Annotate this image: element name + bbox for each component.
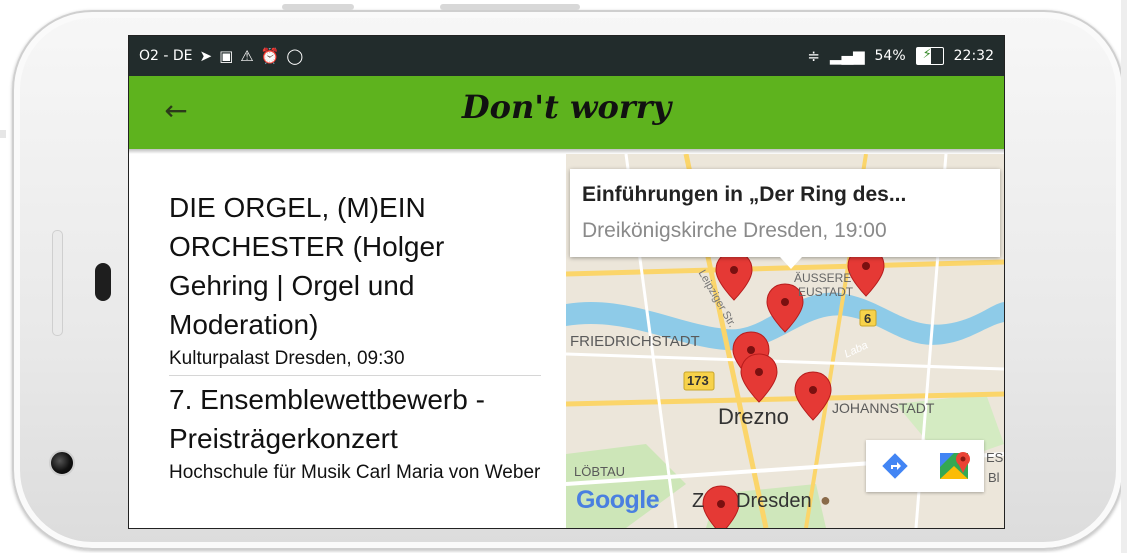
map-label-east-1: ES	[986, 450, 1004, 465]
phone-side-mark	[0, 130, 6, 138]
event-venue-time: Kulturpalast Dresden, 09:30	[169, 348, 405, 369]
map-label-city: Drezno	[718, 404, 789, 429]
list-divider	[169, 375, 541, 376]
event-venue-time: Hochschule für Musik Carl Maria von Webe…	[169, 462, 541, 483]
map-label-lobtau: LÖBTAU	[574, 464, 626, 479]
phone-power-button	[440, 4, 580, 10]
map-label-east-2: Bl	[988, 470, 1000, 485]
info-window-pointer	[780, 257, 802, 269]
directions-button[interactable]	[866, 440, 924, 492]
image-icon: ▣	[219, 46, 234, 65]
clock: 22:32	[953, 48, 994, 64]
phone-volume-button	[282, 4, 354, 10]
map-label-friedrichstadt: FRIEDRICHSTADT	[570, 333, 700, 350]
signal-icon: ▂▄▆	[829, 46, 865, 65]
alarm-icon: ⏰	[260, 46, 280, 65]
map-label-zoo-prefix: Z	[692, 490, 705, 512]
navigation-icon: ➤	[199, 46, 213, 65]
info-window-title: Einführungen in „Der Ring des...	[582, 183, 907, 206]
google-maps-icon	[940, 452, 970, 479]
map-label-neustadt: EUSTADT	[798, 285, 854, 299]
event-title: 7. Ensemblewettbewerb - Preisträgerkonze…	[169, 384, 485, 454]
phone-right-edge	[1121, 0, 1127, 553]
event-list: DIE ORGEL, (M)EIN ORCHESTER (Holger Gehr…	[129, 154, 566, 528]
phone-sensor	[95, 263, 111, 301]
map-label-zoo: Dresden	[736, 490, 812, 512]
status-bar: O2 - DE ➤ ▣ ⚠ ⏰ ◯ ≑ ▂▄▆ 54% ⚡ 22:32	[129, 36, 1004, 76]
map-label-aussere: ÄUSSERE	[794, 271, 852, 285]
battery-icon: ⚡	[915, 47, 944, 65]
carrier-label: O2 - DE	[139, 48, 193, 64]
list-item[interactable]: DIE ORGEL, (M)EIN ORCHESTER (Holger Gehr…	[169, 188, 549, 372]
map-label-johannstadt: JOHANNSTADT	[832, 400, 935, 416]
phone-speaker	[52, 230, 63, 336]
event-title: DIE ORGEL, (M)EIN ORCHESTER (Holger Gehr…	[169, 192, 445, 340]
map-label-road-6: 6	[864, 311, 872, 326]
map-label-road-173: 173	[687, 373, 709, 388]
app-title: Don't worry	[461, 88, 672, 126]
charging-icon: ⚡	[922, 47, 932, 62]
warning-icon: ⚠	[240, 46, 254, 65]
info-window-subtitle: Dreikönigskirche Dresden, 19:00	[582, 219, 887, 242]
wifi-icon: ≑	[807, 46, 820, 65]
app-bar: ← Don't worry	[129, 76, 1004, 149]
phone-front-camera	[49, 450, 75, 476]
map-info-window[interactable]: Einführungen in „Der Ring des... Dreikön…	[570, 169, 1000, 269]
directions-icon	[882, 453, 908, 479]
battery-percent: 54%	[874, 48, 906, 64]
google-logo-text: Google	[576, 486, 660, 514]
list-item[interactable]: 7. Ensemblewettbewerb - Preisträgerkonze…	[169, 380, 549, 486]
zoo-paw-icon: ●	[820, 490, 831, 510]
map-toolbar	[866, 440, 984, 492]
shield-icon: ◯	[286, 46, 304, 65]
open-in-maps-button[interactable]	[926, 440, 984, 492]
google-logo: Google	[576, 486, 660, 515]
